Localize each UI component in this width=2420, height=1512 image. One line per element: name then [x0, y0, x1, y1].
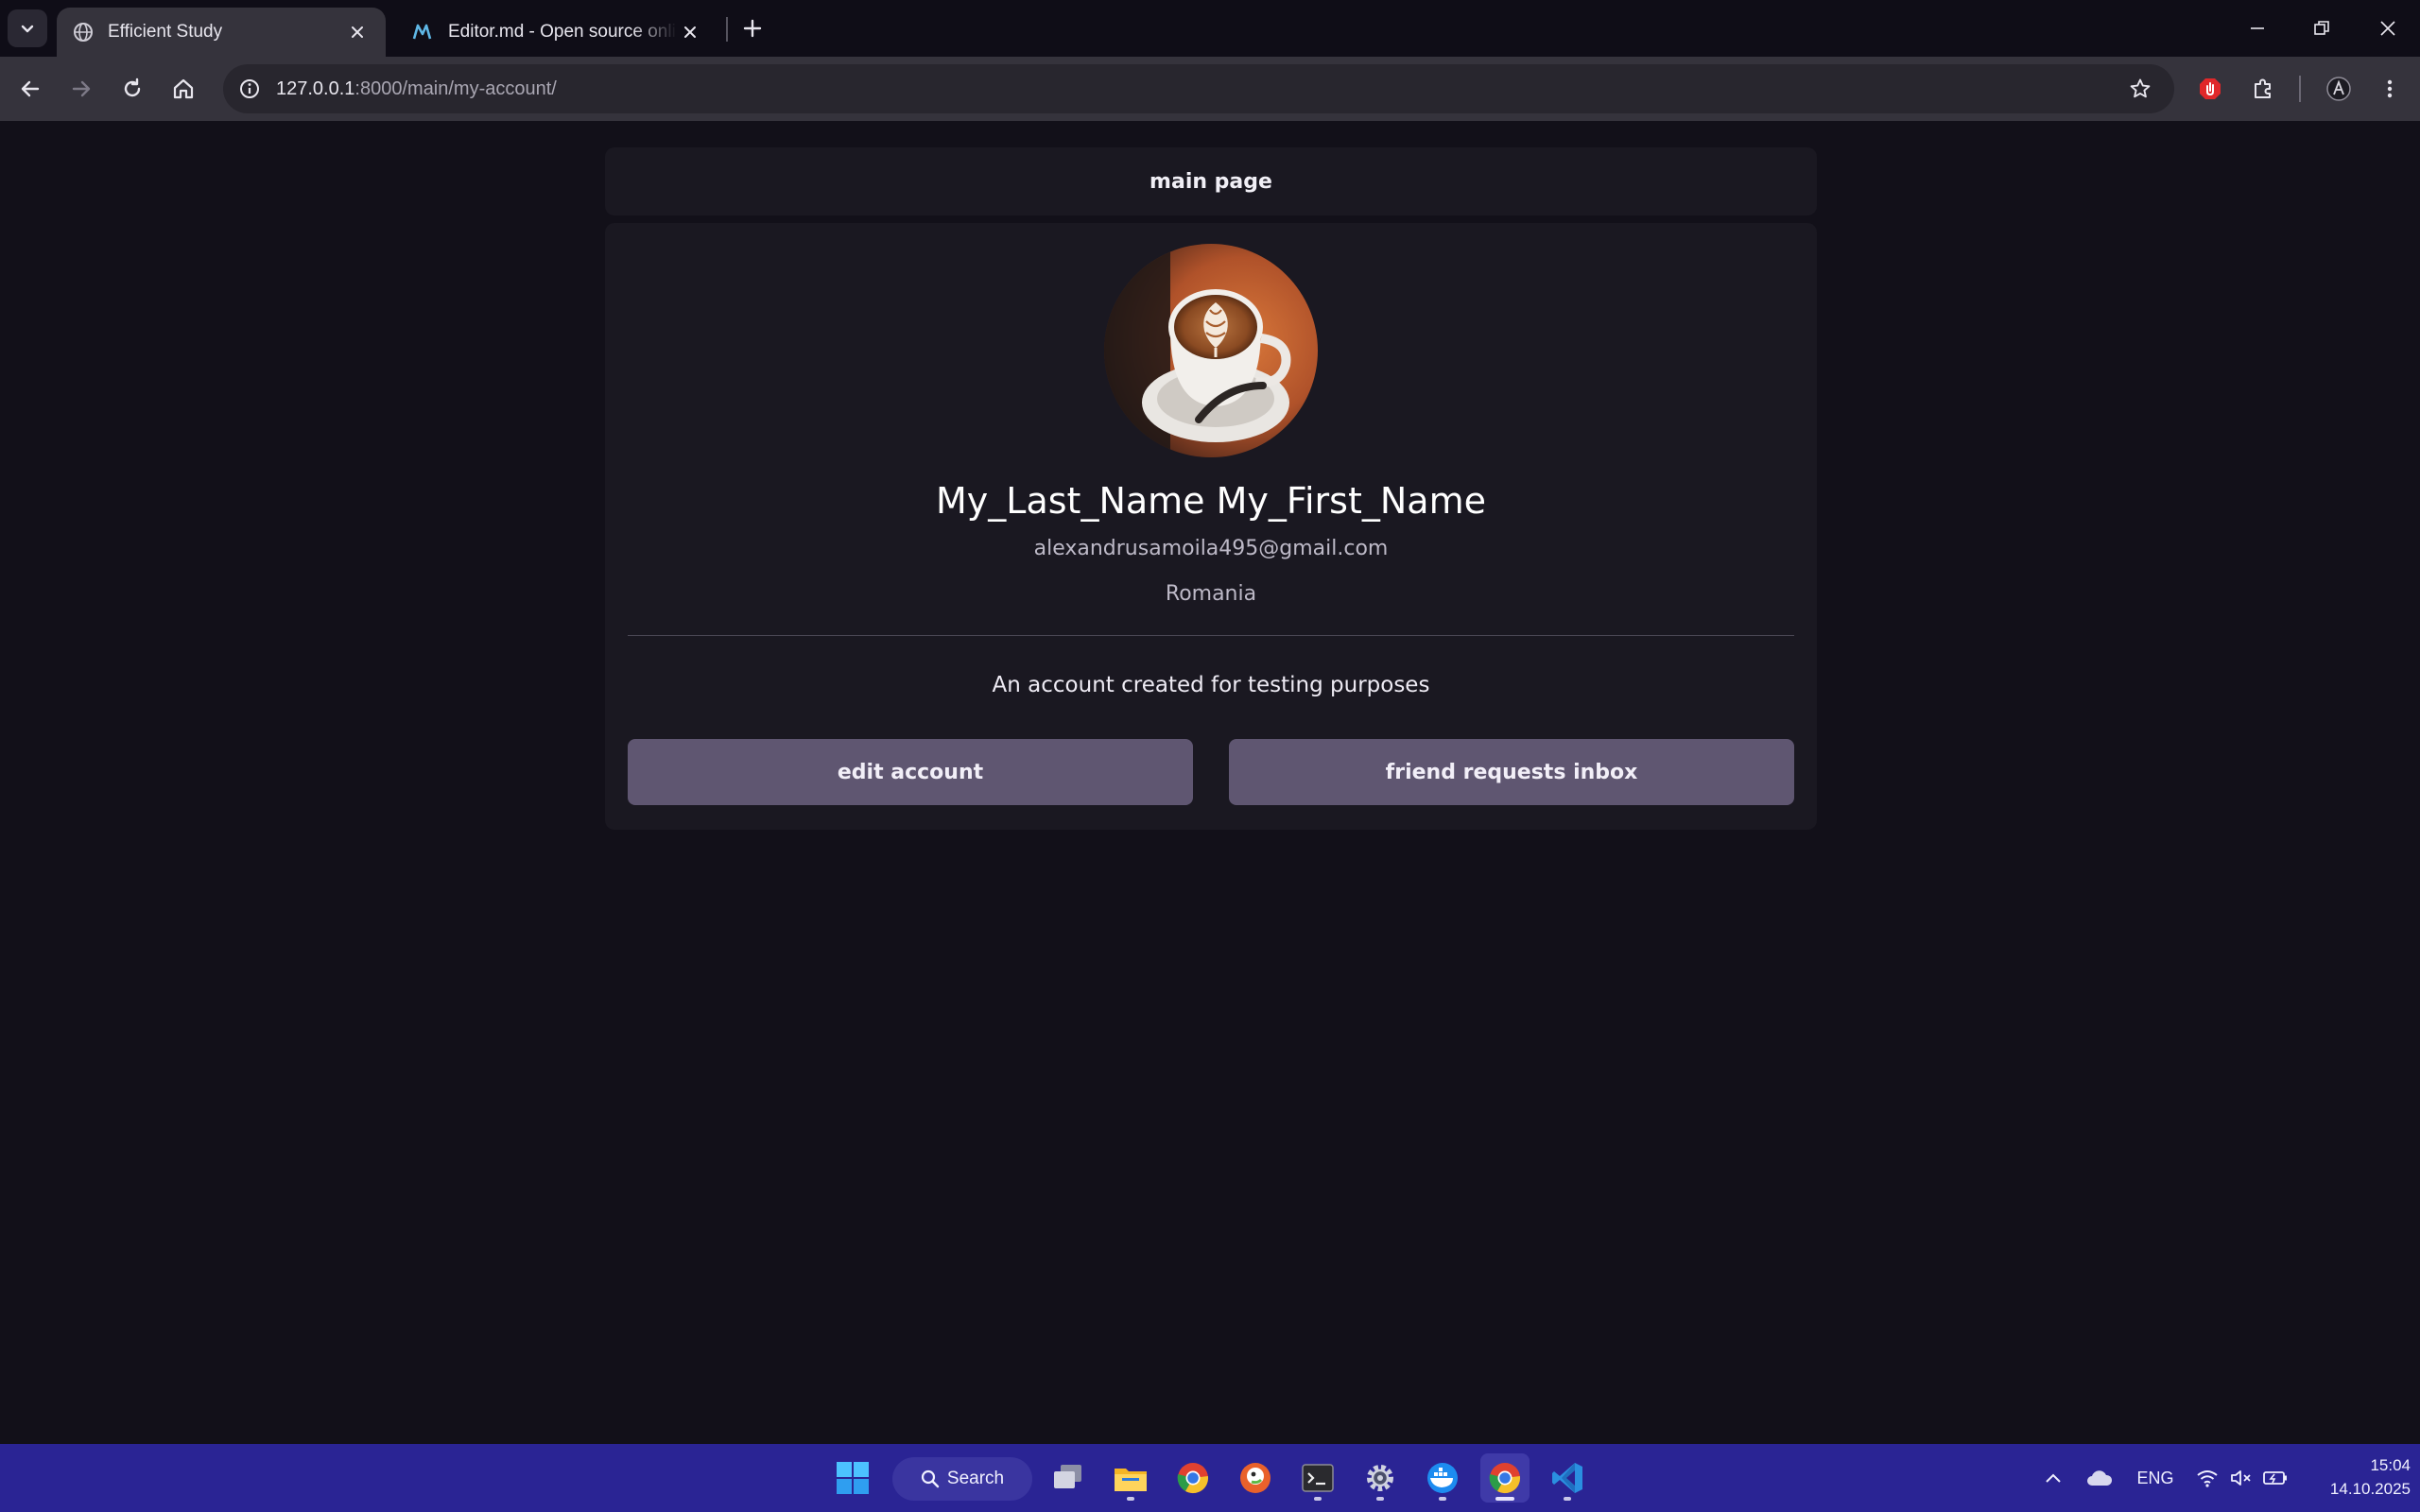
profile-name: My_Last_Name My_First_Name — [936, 480, 1486, 522]
vscode-icon[interactable] — [1543, 1453, 1592, 1503]
close-tab-icon[interactable] — [344, 19, 371, 45]
plus-icon — [743, 19, 762, 38]
close-icon — [2380, 21, 2395, 36]
chrome-active-icon[interactable] — [1480, 1453, 1530, 1503]
show-hidden-icons-chevron-icon[interactable] — [2042, 1463, 2065, 1493]
onedrive-cloud-icon[interactable] — [2083, 1463, 2116, 1493]
home-icon — [173, 78, 194, 99]
url-path: :8000/main/my-account/ — [354, 77, 557, 99]
profile-card: My_Last_Name My_First_Name alexandrusamo… — [605, 223, 1817, 830]
editor-md-icon — [412, 21, 435, 43]
adblock-extension-icon[interactable] — [2189, 68, 2231, 110]
duckduckgo-icon[interactable] — [1231, 1453, 1280, 1503]
close-window-button[interactable] — [2354, 8, 2420, 49]
friend-requests-inbox-button[interactable]: friend requests inbox — [1229, 739, 1794, 805]
profile-email: alexandrusamoila495@gmail.com — [1033, 537, 1389, 560]
active-indicator — [1495, 1497, 1514, 1501]
chrome-icon[interactable] — [1168, 1453, 1218, 1503]
address-bar[interactable]: 127.0.0.1:8000/main/my-account/ — [223, 64, 2174, 113]
reload-icon — [124, 77, 141, 97]
url-text: 127.0.0.1:8000/main/my-account/ — [276, 78, 557, 100]
windows-start-icon[interactable] — [828, 1453, 877, 1503]
minimize-button[interactable] — [2223, 8, 2291, 49]
system-clock[interactable]: 15:04 14.10.2025 — [2297, 1453, 2411, 1501]
task-view-icon[interactable] — [1044, 1453, 1093, 1503]
chevron-down-icon — [21, 25, 34, 33]
profile-bio: An account created for testing purposes — [992, 673, 1430, 697]
profile-country: Romania — [1165, 582, 1257, 606]
battery-icon[interactable] — [2261, 1463, 2290, 1493]
restore-icon — [2314, 21, 2329, 35]
tab-title: Efficient Study — [108, 22, 223, 42]
terminal-icon[interactable] — [1293, 1453, 1342, 1503]
language-indicator[interactable]: ENG — [2136, 1463, 2174, 1493]
tab-editor-md[interactable]: Editor.md - Open source online — [397, 8, 718, 57]
volume-muted-icon[interactable] — [2227, 1463, 2256, 1493]
coffee-latte-art-avatar — [1104, 244, 1318, 457]
restore-button[interactable] — [2288, 8, 2356, 49]
browser-toolbar: 127.0.0.1:8000/main/my-account/ — [0, 57, 2420, 121]
url-host: 127.0.0.1 — [276, 77, 355, 99]
clock-time: 15:04 — [2370, 1456, 2411, 1474]
new-tab-button[interactable] — [735, 11, 769, 45]
docker-icon[interactable] — [1418, 1453, 1467, 1503]
tab-separator — [726, 17, 728, 42]
main-page-link-bar[interactable]: main page — [605, 147, 1817, 215]
profile-avatar-icon[interactable] — [2318, 68, 2360, 110]
running-indicator — [1439, 1497, 1446, 1501]
running-indicator — [1314, 1497, 1322, 1501]
tab-search-button[interactable] — [8, 9, 47, 47]
file-explorer-icon[interactable] — [1106, 1453, 1155, 1503]
taskbar-search-label: Search — [946, 1469, 1005, 1488]
clock-date: 14.10.2025 — [2329, 1480, 2411, 1498]
arrow-left-icon — [21, 80, 40, 97]
profile-divider — [628, 635, 1794, 636]
home-button[interactable] — [163, 68, 204, 110]
taskbar-search-button[interactable]: Search — [892, 1457, 1032, 1501]
bookmark-star-icon[interactable] — [2119, 68, 2161, 110]
back-button[interactable] — [9, 68, 51, 110]
main-page-link[interactable]: main page — [1150, 170, 1272, 194]
settings-gear-icon[interactable] — [1356, 1453, 1405, 1503]
running-indicator — [1564, 1497, 1571, 1501]
browser-menu-icon[interactable] — [2369, 68, 2411, 110]
arrow-right-icon — [72, 80, 91, 97]
globe-icon — [72, 21, 95, 43]
extensions-puzzle-icon[interactable] — [2242, 68, 2284, 110]
site-info-icon[interactable] — [225, 64, 274, 113]
running-indicator — [1127, 1497, 1134, 1501]
taskbar: Search ENG 15:04 14.10.2025 — [0, 1444, 2420, 1512]
search-icon — [921, 1469, 940, 1488]
wifi-icon[interactable] — [2193, 1463, 2221, 1493]
tab-efficient-study[interactable]: Efficient Study — [57, 8, 386, 57]
tab-title: Editor.md - Open source online — [448, 22, 677, 42]
forward-button[interactable] — [60, 68, 102, 110]
close-tab-icon[interactable] — [677, 19, 703, 45]
browser-tab-bar: Efficient Study Editor.md - Open source … — [0, 0, 2420, 57]
running-indicator — [1376, 1497, 1384, 1501]
edit-account-button[interactable]: edit account — [628, 739, 1193, 805]
minimize-icon — [2251, 27, 2264, 29]
reload-button[interactable] — [112, 68, 153, 110]
toolbar-divider — [2299, 76, 2301, 102]
